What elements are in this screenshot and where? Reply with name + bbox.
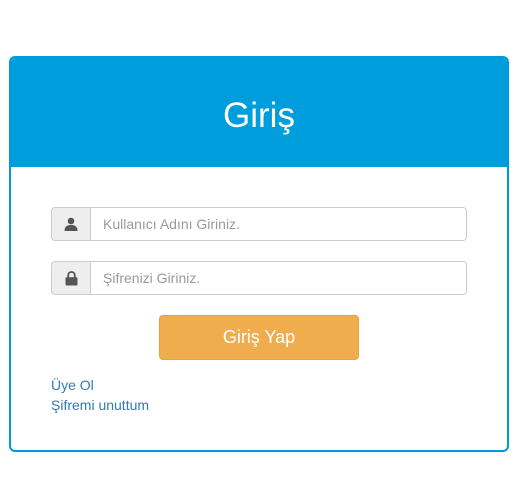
panel-header: Giriş: [11, 58, 507, 167]
password-input[interactable]: [90, 261, 467, 295]
register-link[interactable]: Üye Ol: [51, 375, 94, 395]
username-input[interactable]: [90, 207, 467, 241]
user-icon: [51, 207, 90, 241]
login-button[interactable]: Giriş Yap: [159, 315, 359, 360]
password-group: [51, 261, 467, 295]
lock-icon: [51, 261, 90, 295]
panel-title: Giriş: [223, 95, 295, 135]
forgot-password-link[interactable]: Şifremi unuttum: [51, 395, 149, 415]
username-group: [51, 207, 467, 241]
login-panel: Giriş Giriş Yap Üye Ol Şifremi unuttum: [9, 56, 509, 452]
